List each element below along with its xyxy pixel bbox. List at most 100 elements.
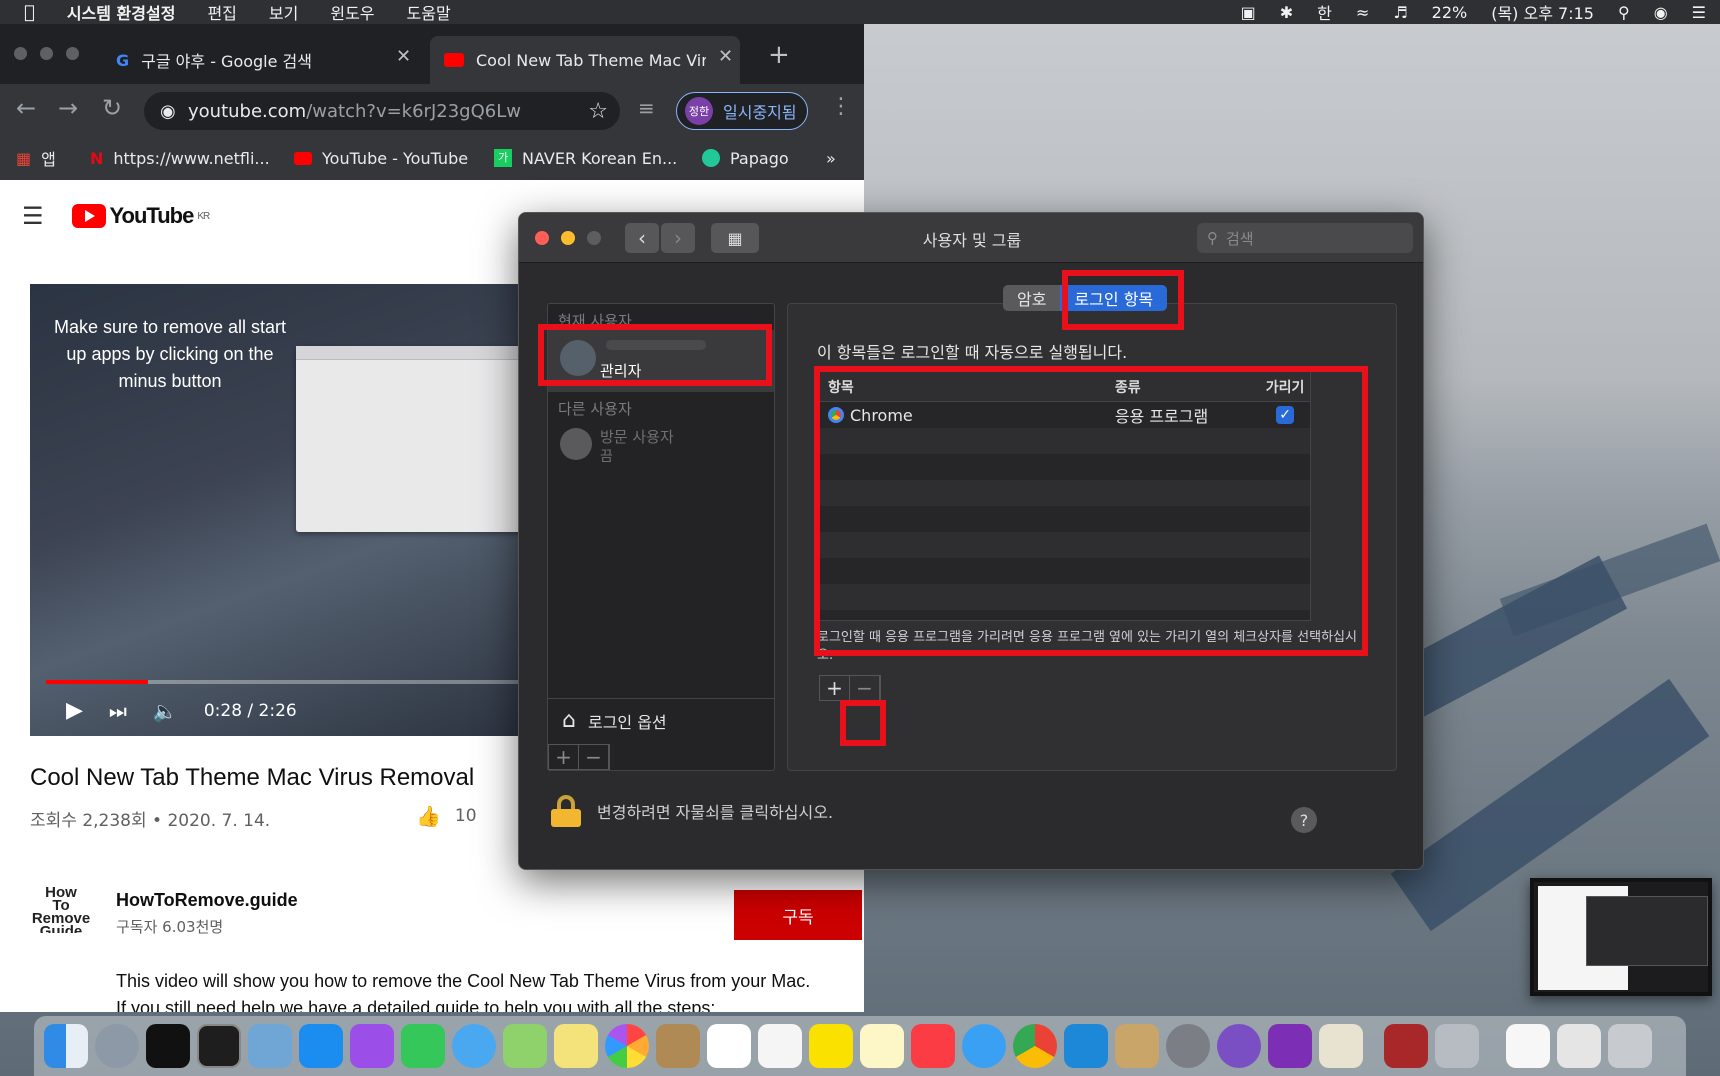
video-progress-bar[interactable] bbox=[46, 680, 556, 684]
terminal-icon[interactable] bbox=[197, 1024, 241, 1068]
magnet-icon[interactable]: ▣ bbox=[1241, 3, 1256, 22]
channel-logo[interactable]: How To Remove Guide bbox=[28, 885, 94, 946]
facetime-icon[interactable] bbox=[401, 1024, 445, 1068]
kakaotalk-icon[interactable] bbox=[809, 1024, 853, 1068]
bluetooth-icon[interactable]: ✱ bbox=[1280, 3, 1293, 22]
more-menu-icon[interactable]: ⋮ bbox=[830, 94, 852, 119]
next-icon[interactable]: ⏭ bbox=[109, 699, 127, 723]
vscode-icon[interactable] bbox=[1064, 1024, 1108, 1068]
padlock-icon[interactable] bbox=[551, 795, 581, 827]
hamburger-menu-icon[interactable]: ☰ bbox=[22, 202, 44, 230]
dictionary-icon[interactable] bbox=[1384, 1024, 1428, 1068]
document-icon[interactable] bbox=[1506, 1024, 1550, 1068]
chrome-dock-icon[interactable] bbox=[1013, 1024, 1057, 1068]
system-preferences-icon[interactable] bbox=[1166, 1024, 1210, 1068]
stickies-icon[interactable] bbox=[554, 1024, 598, 1068]
screenshot-thumbnail[interactable] bbox=[1530, 878, 1712, 996]
menu-edit[interactable]: 편집 bbox=[207, 0, 236, 24]
tab-login-items[interactable]: 로그인 항목 bbox=[1060, 285, 1168, 311]
photos-icon[interactable] bbox=[605, 1024, 649, 1068]
menu-window[interactable]: 윈도우 bbox=[330, 0, 374, 24]
calendar-icon[interactable] bbox=[707, 1024, 751, 1068]
column-hide[interactable]: 가리기 bbox=[1260, 377, 1310, 397]
spotlight-icon[interactable]: ⚲ bbox=[1618, 3, 1630, 22]
add-login-item-button[interactable]: + bbox=[820, 676, 850, 700]
reminders-icon[interactable] bbox=[758, 1024, 802, 1068]
bookmark-netflix[interactable]: Nhttps://www.netfli... bbox=[90, 149, 270, 168]
remove-user-button[interactable]: − bbox=[579, 745, 609, 769]
back-icon[interactable]: ← bbox=[16, 94, 36, 122]
youtube-logo[interactable]: YouTube KR bbox=[71, 203, 210, 229]
guest-name: 방문 사용자 bbox=[600, 428, 674, 446]
apple-icon[interactable]:  bbox=[24, 2, 35, 23]
add-user-button[interactable]: + bbox=[549, 745, 579, 769]
channel-name[interactable]: HowToRemove.guide bbox=[116, 890, 298, 911]
podcasts-icon[interactable] bbox=[350, 1024, 394, 1068]
help-button[interactable]: ? bbox=[1291, 807, 1317, 833]
textedit-icon[interactable] bbox=[1319, 1024, 1363, 1068]
bookmark-papago[interactable]: Papago bbox=[702, 149, 789, 168]
prefs-search-input[interactable]: ⚲ 검색 bbox=[1197, 223, 1413, 253]
trash-icon[interactable] bbox=[1608, 1024, 1652, 1068]
tab-youtube[interactable]: Cool New Tab Theme Mac Viru bbox=[430, 36, 740, 84]
clock[interactable]: (목) 오후 7:15 bbox=[1491, 0, 1594, 24]
finder-icon[interactable] bbox=[44, 1024, 88, 1068]
media-control-icon[interactable]: ≡ bbox=[638, 96, 655, 120]
safari-icon[interactable] bbox=[962, 1024, 1006, 1068]
column-kind[interactable]: 종류 bbox=[1109, 377, 1260, 397]
window-controls[interactable] bbox=[14, 47, 79, 60]
menu-view[interactable]: 보기 bbox=[269, 0, 298, 24]
remove-login-item-button[interactable]: − bbox=[850, 676, 880, 700]
preview-icon[interactable] bbox=[248, 1024, 292, 1068]
column-item[interactable]: 항목 bbox=[820, 377, 1109, 397]
bookmark-youtube[interactable]: YouTube - YouTube bbox=[294, 149, 468, 168]
tab-google-search[interactable]: G 구글 야후 - Google 검색 bbox=[116, 36, 416, 84]
notification-center-icon[interactable]: ☰ bbox=[1692, 3, 1706, 22]
maps-icon[interactable] bbox=[503, 1024, 547, 1068]
siri-icon[interactable]: ◉ bbox=[1654, 3, 1668, 22]
messages-icon[interactable] bbox=[452, 1024, 496, 1068]
hide-checkbox[interactable]: ✓ bbox=[1276, 406, 1295, 424]
table-row[interactable]: Chrome 응용 프로그램 ✓ bbox=[820, 402, 1310, 428]
volume-icon[interactable]: 🔈 bbox=[153, 699, 178, 723]
video-player[interactable]: Make sure to remove all start up apps by… bbox=[30, 284, 570, 736]
address-bar[interactable]: ◉ youtube.com /watch?v=k6rJ23gQ6Lw ☆ bbox=[144, 92, 620, 130]
guest-user-row[interactable]: 방문 사용자 끔 bbox=[548, 422, 774, 478]
onenote-icon[interactable] bbox=[1268, 1024, 1312, 1068]
login-options-row[interactable]: ⌂ 로그인 옵션 bbox=[548, 698, 774, 742]
battery-status[interactable]: 22% bbox=[1432, 3, 1468, 22]
tab-close-icon[interactable]: ✕ bbox=[396, 46, 411, 67]
apple-tv-icon[interactable] bbox=[146, 1024, 190, 1068]
subscribe-button[interactable]: 구독 bbox=[734, 890, 862, 940]
disk-utility-icon[interactable] bbox=[1435, 1024, 1479, 1068]
tab-password[interactable]: 암호 bbox=[1003, 285, 1061, 311]
bookmark-apps[interactable]: ▦ 앱 bbox=[16, 146, 56, 170]
current-user-row[interactable]: 관리자 bbox=[548, 330, 774, 392]
launchpad-icon[interactable] bbox=[95, 1024, 139, 1068]
input-source[interactable]: 한 bbox=[1317, 0, 1332, 24]
tab-strip: G 구글 야후 - Google 검색 ✕ Cool New Tab Theme… bbox=[0, 24, 864, 84]
play-icon[interactable]: ▶ bbox=[66, 698, 83, 723]
google-icon: G bbox=[116, 50, 130, 70]
tab-close-icon[interactable]: ✕ bbox=[718, 46, 733, 67]
bookmark-naver[interactable]: 가 NAVER Korean En... bbox=[494, 149, 677, 168]
menu-app-name[interactable]: 시스템 환경설정 bbox=[67, 0, 176, 24]
like-button[interactable]: 👍 10 bbox=[416, 804, 477, 828]
menu-help[interactable]: 도움말 bbox=[407, 0, 451, 24]
recent-window-icon[interactable] bbox=[1557, 1024, 1601, 1068]
wifi-icon[interactable]: ≈ bbox=[1356, 3, 1369, 22]
archive-utility-icon[interactable] bbox=[1115, 1024, 1159, 1068]
volume-icon[interactable]: ♬ bbox=[1393, 3, 1407, 22]
github-desktop-icon[interactable] bbox=[1217, 1024, 1261, 1068]
bookmarks-overflow-button[interactable]: » bbox=[826, 149, 836, 168]
forward-icon[interactable]: → bbox=[58, 94, 78, 122]
new-tab-button[interactable]: + bbox=[768, 40, 790, 70]
notes-icon[interactable] bbox=[860, 1024, 904, 1068]
music-icon[interactable] bbox=[911, 1024, 955, 1068]
profile-button[interactable]: 정한 일시중지됨 bbox=[676, 92, 808, 130]
app-store-icon[interactable] bbox=[299, 1024, 343, 1068]
bookmark-star-icon[interactable]: ☆ bbox=[588, 99, 608, 124]
contacts-icon[interactable] bbox=[656, 1024, 700, 1068]
reload-icon[interactable]: ↻ bbox=[102, 94, 122, 122]
url-host: youtube.com bbox=[188, 100, 307, 122]
